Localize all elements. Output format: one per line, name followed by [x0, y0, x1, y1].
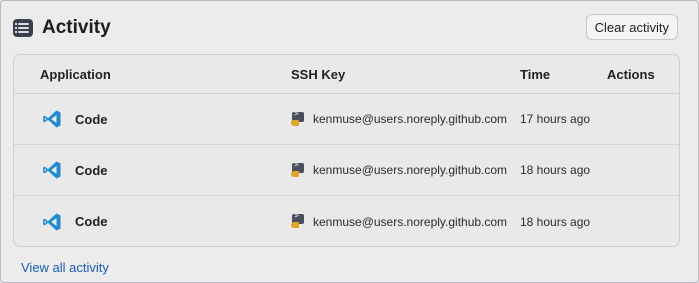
- ssh-key-email: kenmuse@users.noreply.github.com: [313, 112, 508, 126]
- activity-list-icon: [13, 19, 33, 37]
- time-cell: 17 hours ago: [520, 112, 591, 126]
- ssh-key-icon: [291, 109, 306, 127]
- application-name: Code: [75, 214, 108, 229]
- ssh-key-icon: [291, 211, 306, 229]
- time-cell: 18 hours ago: [520, 214, 591, 229]
- ssh-key-cell: kenmuse@users.noreply.github.com: [291, 109, 508, 127]
- application-name: Code: [75, 162, 108, 178]
- ssh-key-cell: kenmuse@users.noreply.github.com: [291, 211, 508, 229]
- table-header: Application SSH Key Time Actions: [14, 55, 679, 94]
- column-header-ssh-key: SSH Key: [291, 66, 346, 82]
- activity-header: Activity Clear activity: [13, 11, 678, 45]
- application-cell: Code: [40, 107, 108, 131]
- time-cell: 18 hours ago: [520, 163, 591, 177]
- table-row[interactable]: Code kenmuse@users.noreply.github.com 18…: [14, 196, 679, 246]
- application-name: Code: [75, 111, 108, 127]
- activity-window: Activity Clear activity Application SSH …: [0, 0, 699, 283]
- column-header-application: Application: [40, 66, 111, 82]
- activity-table: Application SSH Key Time Actions Code ke…: [13, 54, 680, 247]
- ssh-key-cell: kenmuse@users.noreply.github.com: [291, 160, 508, 178]
- ssh-key-email: kenmuse@users.noreply.github.com: [313, 163, 508, 177]
- clear-activity-button[interactable]: Clear activity: [585, 14, 678, 40]
- ssh-key-email: kenmuse@users.noreply.github.com: [313, 214, 508, 229]
- page-title: Activity: [42, 17, 111, 38]
- view-all-activity-link[interactable]: View all activity: [21, 260, 109, 275]
- application-cell: Code: [40, 210, 108, 234]
- column-header-actions: Actions: [607, 66, 655, 82]
- column-header-time: Time: [520, 66, 551, 82]
- application-cell: Code: [40, 158, 108, 182]
- vscode-icon: [40, 210, 64, 234]
- ssh-key-icon: [291, 160, 306, 178]
- table-row[interactable]: Code kenmuse@users.noreply.github.com 17…: [14, 94, 679, 145]
- table-row[interactable]: Code kenmuse@users.noreply.github.com 18…: [14, 145, 679, 196]
- vscode-icon: [40, 158, 64, 182]
- vscode-icon: [40, 107, 64, 131]
